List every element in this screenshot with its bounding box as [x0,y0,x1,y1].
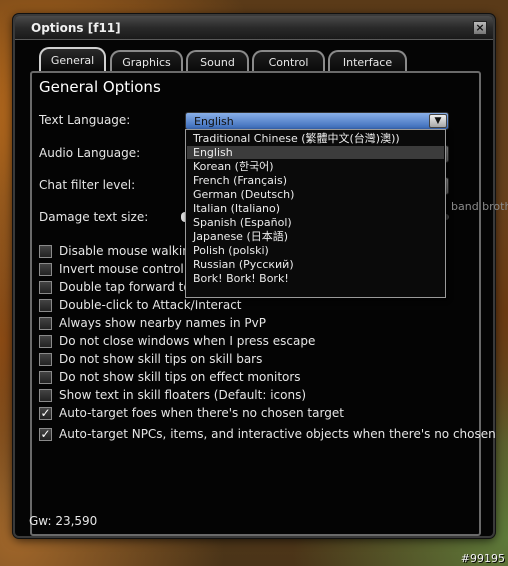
window-titlebar[interactable]: Options [f11] × [15,16,493,40]
chat-filter-label: Chat filter level: [39,178,136,192]
checkbox-label: Auto-target foes when there's no chosen … [59,406,344,420]
tab-control[interactable]: Control [252,50,325,72]
dropdown-option[interactable]: Traditional Chinese (繁體中文(台灣)澳)) [187,132,444,145]
dropdown-option[interactable]: Polish (polski) [187,244,444,257]
chevron-down-icon[interactable]: ▼ [429,114,447,128]
tab-general[interactable]: General [39,47,106,73]
checkmark-icon: ✓ [40,427,51,441]
watermark: #99195 [460,552,505,565]
audio-language-label: Audio Language: [39,146,141,160]
checkmark-icon: ✓ [40,406,51,420]
gold-amount: Gw: 23,590 [29,514,98,528]
checkbox[interactable] [39,263,52,276]
dropdown-option[interactable]: Korean (한국어) [187,160,444,173]
dropdown-option[interactable]: French (Français) [187,174,444,187]
dropdown-option[interactable]: German (Deutsch) [187,188,444,201]
text-language-label: Text Language: [39,113,131,127]
window-title: Options [f11] [31,21,121,35]
checkbox-label: Auto-target NPCs, items, and interactive… [59,427,496,441]
text-language-dropdown: Traditional Chinese (繁體中文(台灣)澳)) English… [185,129,446,298]
options-window: Options [f11] × General Graphics Sound C… [13,14,496,538]
dropdown-option[interactable]: Russian (Русский) [187,258,444,271]
checkbox-label: Double-click to Attack/Interact [59,298,242,312]
checkbox-label: Always show nearby names in PvP [59,316,266,330]
close-button[interactable]: × [473,21,487,35]
checkbox[interactable] [39,371,52,384]
dropdown-option[interactable]: Bork! Bork! Bork! [187,272,444,285]
checkbox-label: Show text in skill floaters (Default: ic… [59,388,307,402]
dropdown-option[interactable]: Japanese (日本語) [187,230,444,243]
checkbox[interactable]: ✓ [39,407,52,420]
checkbox-label: Do not show skill tips on skill bars [59,352,263,366]
checkbox-label: Invert mouse control of [59,262,200,276]
tab-interface[interactable]: Interface [328,50,407,72]
dropdown-option[interactable]: Spanish (Español) [187,216,444,229]
checkbox-label: Disable mouse walking [59,244,198,258]
checkbox[interactable] [39,281,52,294]
offscreen-text-fragment: band broth [451,200,508,213]
dropdown-option-selected[interactable]: English [187,146,444,159]
checkbox[interactable] [39,353,52,366]
text-language-value: English [194,115,234,128]
checkbox[interactable] [39,299,52,312]
checkbox[interactable]: ✓ [39,428,52,441]
tab-graphics[interactable]: Graphics [110,50,183,72]
text-language-select[interactable]: English ▼ [185,112,449,130]
tab-sound[interactable]: Sound [186,50,249,72]
checkbox[interactable] [39,317,52,330]
dropdown-option[interactable]: Italian (Italiano) [187,202,444,215]
panel-heading: General Options [39,78,161,96]
checkbox-label: Do not show skill tips on effect monitor… [59,370,301,384]
checkbox-label: Do not close windows when I press escape [59,334,316,348]
checkbox[interactable] [39,389,52,402]
checkbox[interactable] [39,245,52,258]
damage-text-label: Damage text size: [39,210,149,224]
checkbox[interactable] [39,335,52,348]
